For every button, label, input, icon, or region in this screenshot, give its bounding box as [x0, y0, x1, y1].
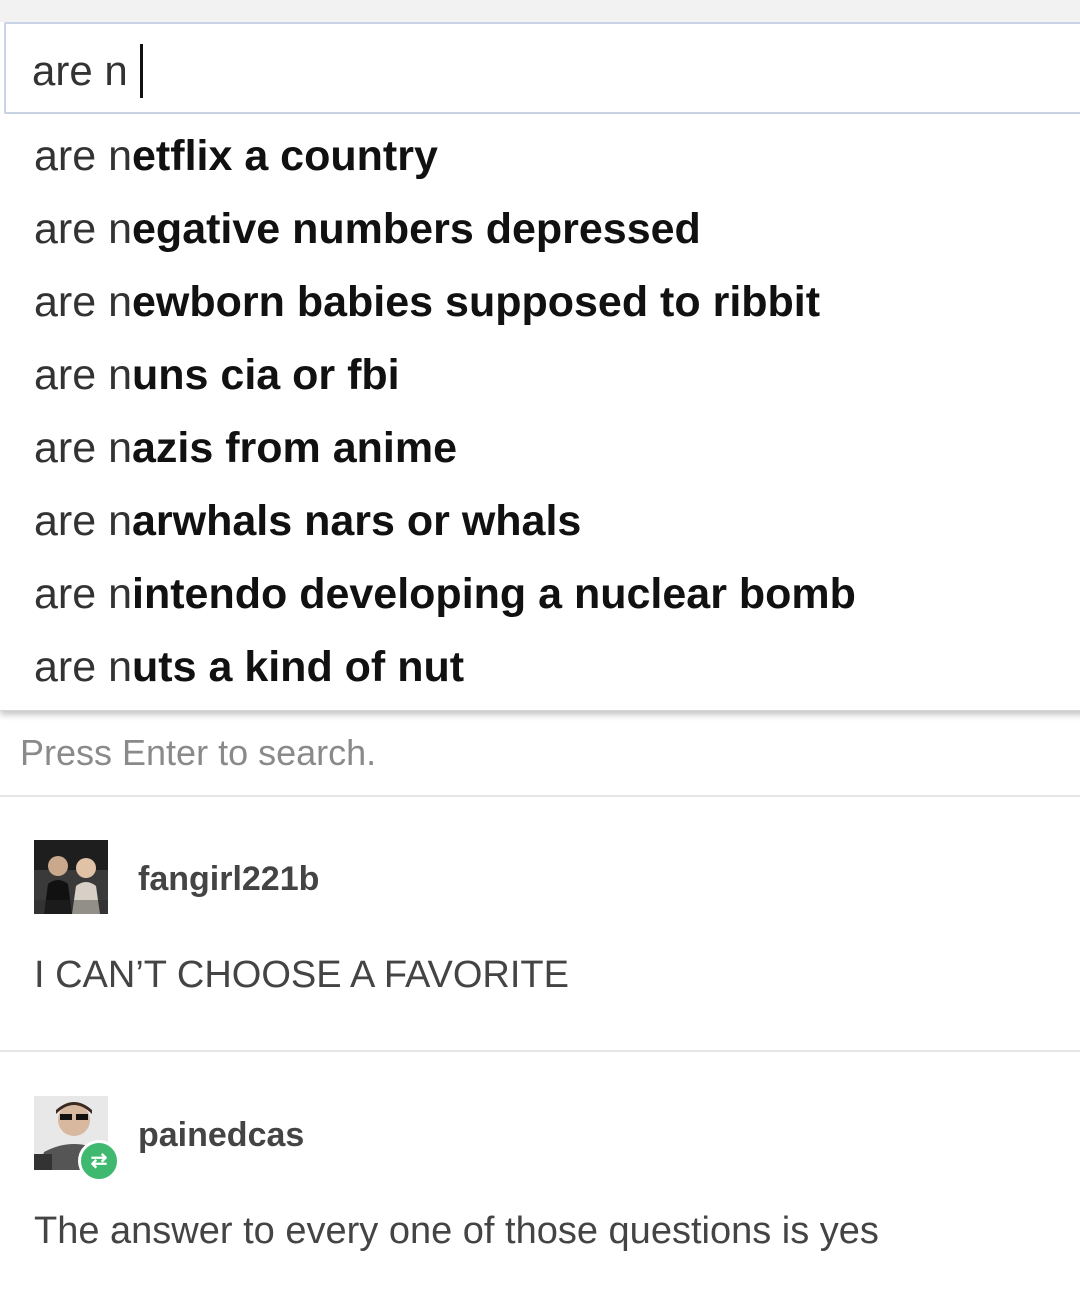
search-input[interactable]	[32, 46, 932, 96]
suggestion-completion: arwhals nars or whals	[132, 497, 582, 545]
reblog-icon: ⇄	[78, 1140, 120, 1182]
suggestion-item[interactable]: are nuns cia or fbi	[34, 343, 400, 407]
suggestion-typed: are n	[34, 351, 133, 399]
top-strip	[0, 0, 1080, 22]
suggestion-completion: ewborn babies supposed to ribbit	[132, 278, 821, 326]
suggestion-typed: are n	[34, 570, 133, 618]
search-hint: Press Enter to search.	[20, 732, 377, 773]
suggestion-typed: are n	[34, 643, 133, 691]
suggestion-typed: are n	[34, 278, 133, 326]
divider	[0, 1050, 1080, 1052]
suggestion-typed: are n	[34, 132, 133, 180]
suggestion-item[interactable]: are nazis from anime	[34, 416, 457, 480]
suggestion-typed: are n	[34, 497, 133, 545]
suggestion-completion: uns cia or fbi	[132, 351, 400, 399]
post-username[interactable]: fangirl221b	[138, 860, 319, 899]
post-text: The answer to every one of those questio…	[34, 1210, 879, 1252]
post-text: I CAN’T CHOOSE A FAVORITE	[34, 954, 569, 996]
suggestion-typed: are n	[34, 424, 133, 472]
autocomplete-dropdown: are netflix a country are negative numbe…	[0, 114, 1080, 711]
suggestion-item[interactable]: are negative numbers depressed	[34, 197, 701, 261]
suggestion-typed: are n	[34, 205, 133, 253]
suggestion-item[interactable]: are nuts a kind of nut	[34, 635, 464, 699]
photo-avatar-image	[34, 840, 108, 914]
suggestion-item[interactable]: are narwhals nars or whals	[34, 489, 581, 553]
suggestion-completion: azis from anime	[132, 424, 458, 472]
post-username[interactable]: painedcas	[138, 1116, 304, 1155]
suggestion-completion: etflix a country	[132, 132, 438, 180]
text-caret	[140, 44, 143, 98]
suggestion-completion: uts a kind of nut	[132, 643, 465, 691]
search-box[interactable]	[4, 22, 1080, 114]
photo-avatar[interactable]	[34, 840, 108, 914]
suggestion-item[interactable]: are nintendo developing a nuclear bomb	[34, 562, 856, 626]
divider	[0, 795, 1080, 797]
suggestion-item[interactable]: are netflix a country	[34, 124, 438, 188]
suggestion-completion: egative numbers depressed	[132, 205, 701, 253]
suggestion-completion: intendo developing a nuclear bomb	[132, 570, 856, 618]
suggestion-item[interactable]: are newborn babies supposed to ribbit	[34, 270, 820, 334]
